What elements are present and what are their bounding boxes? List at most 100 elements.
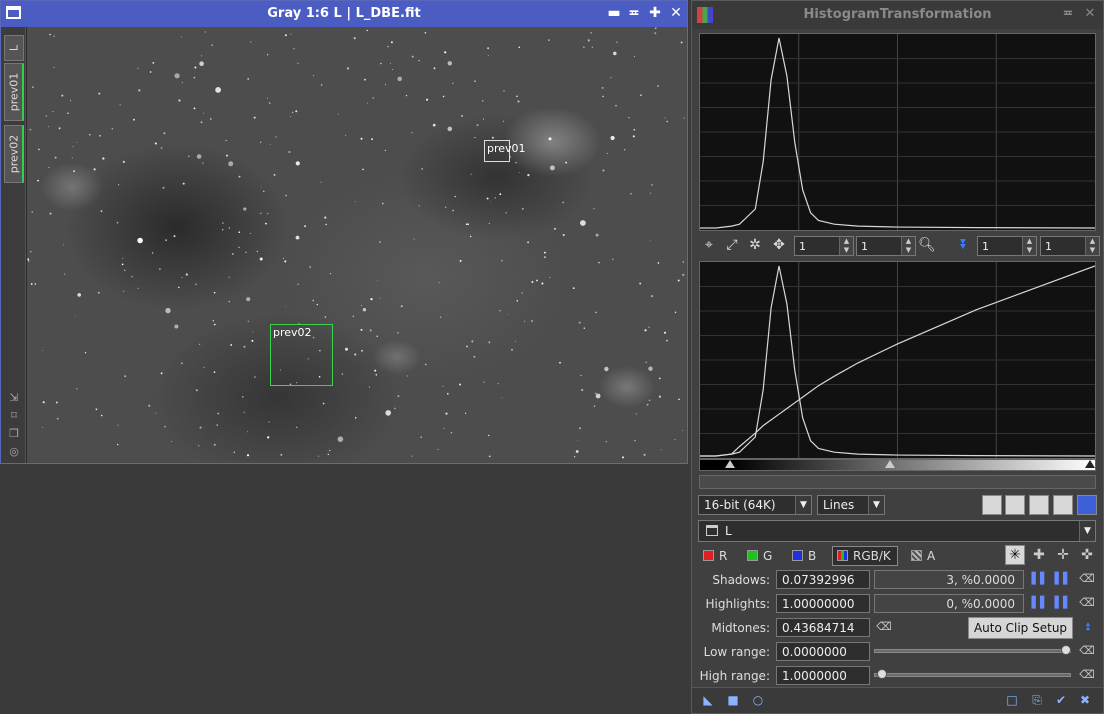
auto-highlights-all-icon[interactable]: ▌▌ [1054,594,1072,612]
highlights-input[interactable]: 1.00000000 [776,594,870,613]
midtones-input[interactable]: 0.43684714 [776,618,870,637]
histogram-rgb-icon[interactable] [1005,495,1025,515]
image-title-bar[interactable]: Gray 1:6 L | L_DBE.fit ▬ ≖ ✚ ✕ [1,1,687,27]
reset-all-icon[interactable]: ✖ [1078,693,1092,707]
reset-low-range-icon[interactable]: ⌫ [1078,642,1096,660]
star [657,262,660,264]
high-range-slider-knob[interactable] [877,669,887,679]
channel-g-toggle[interactable]: G [747,549,772,563]
copy-icon[interactable]: ❐ [7,427,21,441]
reset-shadows-icon[interactable]: ⌫ [1078,570,1096,588]
tab-main-view[interactable]: L [4,35,24,61]
output-horizontal-zoom-input[interactable]: 1 ▲ ▼ [977,236,1037,256]
high-range-input[interactable]: 1.0000000 [776,666,870,685]
horizontal-zoom-input[interactable]: 1 ▲ ▼ [794,236,854,256]
crop-tool-icon[interactable]: ⌑ [7,409,21,423]
tab-prev01[interactable]: prev01 [4,63,24,121]
output-vertical-zoom-input[interactable]: 1 ▲ ▼ [1040,236,1100,256]
view-target-select[interactable]: L ▼ [698,520,1096,542]
star [178,99,181,102]
vertical-zoom-input[interactable]: 1 ▲ ▼ [856,236,916,256]
grid-toggle-icon[interactable] [1077,495,1097,515]
low-range-slider[interactable] [874,645,1071,655]
shade-icon[interactable]: ≖ [1060,6,1076,24]
histogram-bars-icon[interactable] [982,495,1002,515]
resolution-select[interactable]: 16-bit (64K) ▼ [698,495,812,515]
reset-high-range-icon[interactable]: ⌫ [1078,666,1096,684]
low-range-slider-knob[interactable] [1061,645,1071,655]
high-range-slider[interactable] [874,669,1071,679]
auto-shadows-all-icon[interactable]: ▌▌ [1054,570,1072,588]
reset-midtones-icon[interactable]: ⌫ [875,618,893,636]
channel-b-toggle[interactable]: B [792,549,816,563]
real-time-preview-icon[interactable]: ○ [751,693,765,707]
channel-r-toggle[interactable]: R [703,549,727,563]
tab-prev02[interactable]: prev02 [4,125,24,183]
chevron-down-icon[interactable]: ▼ [868,496,884,514]
spin-arrows-icon[interactable]: ▲ ▼ [1022,237,1036,255]
channel-rgbk-toggle[interactable]: RGB/K [832,546,898,566]
zoom-all-icon[interactable]: ✲ [745,235,765,255]
preview-prev01[interactable]: prev01 [484,140,526,162]
spin-arrows-icon[interactable]: ▲ ▼ [1085,237,1099,255]
close-icon[interactable]: ✕ [668,4,684,22]
channel-white-icon[interactable]: ✜ [1078,546,1096,564]
star [165,239,168,242]
channel-a-toggle[interactable]: A [911,549,935,563]
minimize-icon[interactable]: ▬ [606,4,622,22]
channel-black-icon[interactable]: ✚ [1030,546,1048,564]
star [354,417,357,419]
magnifier-icon[interactable]: 🔍︎ [917,235,937,255]
auto-clip-setup-button[interactable]: Auto Clip Setup [968,617,1073,639]
image-canvas[interactable]: prev01 prev02 [27,27,687,463]
star [267,436,270,439]
star [666,120,669,123]
collapse-up-icon[interactable]: ⏫︎ [1078,618,1096,636]
star [163,132,166,135]
save-instance-icon[interactable]: ⎘ [1030,693,1044,707]
pan-icon[interactable]: ✥ [769,235,789,255]
output-histogram-plot[interactable] [699,261,1096,459]
collapse-down-icon[interactable]: ⏬︎ [954,235,974,255]
target-icon[interactable]: ◎ [7,445,21,459]
graph-style-select[interactable]: Lines ▼ [817,495,885,515]
arrow-tool-icon[interactable]: ⇲ [7,391,21,405]
shadows-label: Shadows: [712,573,770,587]
highlights-marker-icon[interactable] [1085,460,1095,468]
channel-mode-icon[interactable]: ✳ [1005,545,1025,565]
chevron-down-icon[interactable]: ▼ [1079,521,1095,541]
auto-highlights-icon[interactable]: ▌▌ [1031,594,1049,612]
preview-prev02[interactable]: prev02 [270,324,333,386]
input-histogram-plot[interactable] [699,33,1096,231]
shadows-marker-icon[interactable] [725,460,735,468]
midtones-marker-icon[interactable] [885,460,895,468]
browse-documentation-icon[interactable]: □ [1005,693,1019,707]
histogram-title-bar[interactable]: HistogramTransformation ≖ ✕ [692,1,1103,29]
apply-check-icon[interactable]: ✔ [1054,693,1068,707]
low-range-input[interactable]: 0.0000000 [776,642,870,661]
star [254,376,256,378]
star [245,251,247,253]
crosshair-icon[interactable]: ⌖ [699,235,719,255]
histogram-curve-icon[interactable] [1029,495,1049,515]
transfer-line-icon[interactable] [1053,495,1073,515]
close-icon[interactable]: ✕ [1082,6,1098,24]
midtones-gradient-bar[interactable] [699,459,1096,471]
star [598,261,600,264]
star [677,279,680,282]
star [644,329,647,332]
shade-icon[interactable]: ≖ [626,4,642,22]
maximize-icon[interactable]: ✚ [647,4,663,22]
spin-arrows-icon[interactable]: ▲ ▼ [839,237,853,255]
reset-highlights-icon[interactable]: ⌫ [1078,594,1096,612]
star [199,61,204,66]
shadows-input[interactable]: 0.07392996 [776,570,870,589]
channel-gray-icon[interactable]: ✛ [1054,546,1072,564]
new-instance-icon[interactable]: ◣ [701,693,715,707]
star [578,321,581,324]
chevron-down-icon[interactable]: ▼ [795,496,811,514]
zoom-fit-icon[interactable]: ⤢ [722,235,742,255]
spin-arrows-icon[interactable]: ▲ ▼ [901,237,915,255]
auto-shadows-icon[interactable]: ▌▌ [1031,570,1049,588]
apply-global-icon[interactable]: ■ [726,693,740,707]
